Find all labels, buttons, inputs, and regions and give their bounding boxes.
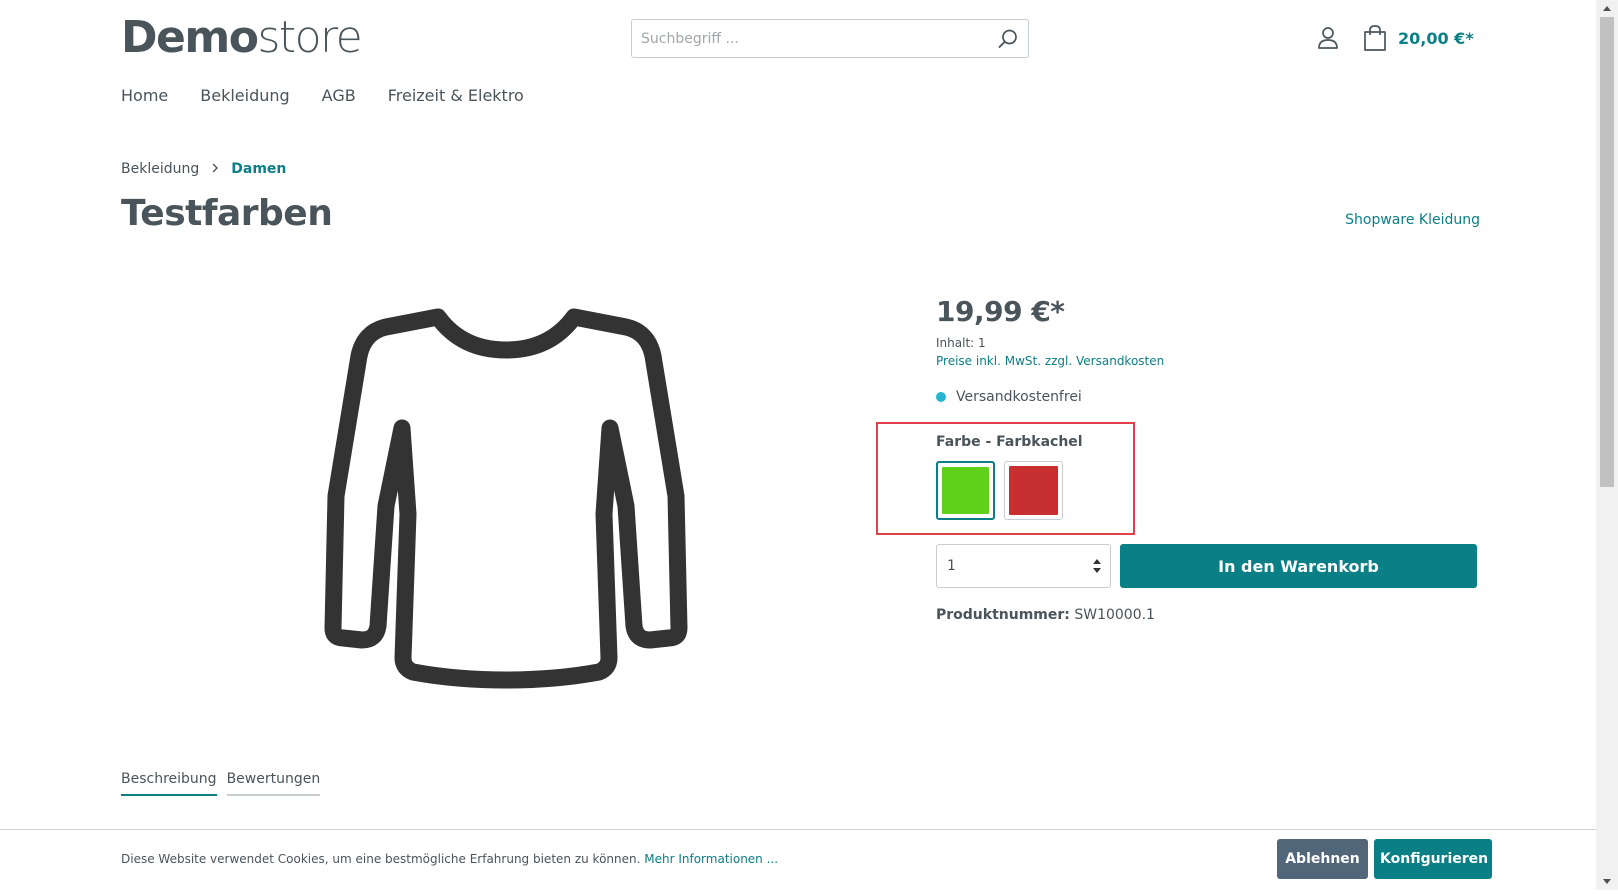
search-input[interactable]	[632, 20, 990, 57]
swatch-fill	[1009, 466, 1058, 515]
swatch-fill	[942, 467, 989, 514]
main-navigation: Home Bekleidung AGB Freizeit & Elektro	[121, 85, 524, 111]
scroll-up-icon[interactable]	[1596, 0, 1618, 17]
variant-group-title: Farbe - Farbkachel	[936, 434, 1083, 450]
long-sleeve-shirt-icon[interactable]	[316, 304, 696, 714]
chevron-right-icon	[211, 160, 219, 178]
tab-beschreibung[interactable]: Beschreibung	[121, 769, 217, 796]
cart-total: 20,00 €*	[1398, 29, 1474, 48]
cookie-bar: Diese Website verwendet Cookies, um eine…	[0, 829, 1596, 890]
add-to-cart-button[interactable]: In den Warenkorb	[1120, 544, 1477, 588]
delivery-information: Versandkostenfrei	[936, 389, 1082, 405]
user-icon[interactable]	[1315, 25, 1341, 51]
logo-bold: Demo	[121, 12, 259, 63]
product-price: 19,99 €*	[936, 295, 1065, 328]
delivery-status-dot	[936, 392, 946, 402]
scroll-down-icon[interactable]	[1596, 873, 1618, 890]
nav-item-freizeit-elektro[interactable]: Freizeit & Elektro	[388, 85, 524, 111]
cart-button[interactable]: 20,00 €*	[1362, 24, 1482, 54]
nav-item-agb[interactable]: AGB	[322, 85, 356, 111]
breadcrumb: Bekleidung Damen	[121, 160, 286, 178]
logo-light: store	[257, 12, 362, 63]
breadcrumb-item-damen[interactable]: Damen	[231, 160, 286, 178]
cookie-text: Diese Website verwendet Cookies, um eine…	[121, 852, 778, 866]
quantity-select[interactable]: 1	[936, 544, 1111, 588]
breadcrumb-item-bekleidung[interactable]: Bekleidung	[121, 160, 199, 178]
color-swatch-green[interactable]	[936, 461, 995, 520]
nav-item-home[interactable]: Home	[121, 85, 168, 111]
search-icon[interactable]	[996, 27, 1020, 51]
scrollbar[interactable]	[1596, 0, 1618, 890]
delivery-text: Versandkostenfrei	[956, 389, 1082, 405]
sort-arrows-icon	[1093, 558, 1101, 574]
product-detail-tabs: Beschreibung Bewertungen	[121, 769, 321, 796]
nav-item-bekleidung[interactable]: Bekleidung	[200, 85, 289, 111]
product-number-value: SW10000.1	[1074, 607, 1155, 623]
search-form	[631, 19, 1029, 58]
product-number: Produktnummer: SW10000.1	[936, 607, 1155, 623]
tax-shipping-link[interactable]: Preise inkl. MwSt. zzgl. Versandkosten	[936, 354, 1164, 368]
logo[interactable]: Demostore	[121, 12, 363, 64]
shopping-bag-icon	[1362, 24, 1388, 56]
configure-cookies-button[interactable]: Konfigurieren	[1374, 839, 1492, 879]
product-number-label: Produktnummer:	[936, 607, 1070, 623]
manufacturer-link[interactable]: Shopware Kleidung	[1345, 212, 1480, 228]
quantity-value: 1	[947, 558, 956, 574]
cookie-more-info-link[interactable]: Mehr Informationen ...	[644, 852, 778, 866]
product-title: Testfarben	[121, 193, 333, 234]
decline-cookies-button[interactable]: Ablehnen	[1277, 839, 1368, 879]
scrollbar-thumb[interactable]	[1600, 17, 1614, 487]
tab-bewertungen[interactable]: Bewertungen	[226, 769, 321, 796]
product-content: Inhalt: 1	[936, 336, 986, 350]
cookie-message: Diese Website verwendet Cookies, um eine…	[121, 852, 641, 866]
color-swatch-red[interactable]	[1004, 461, 1063, 520]
